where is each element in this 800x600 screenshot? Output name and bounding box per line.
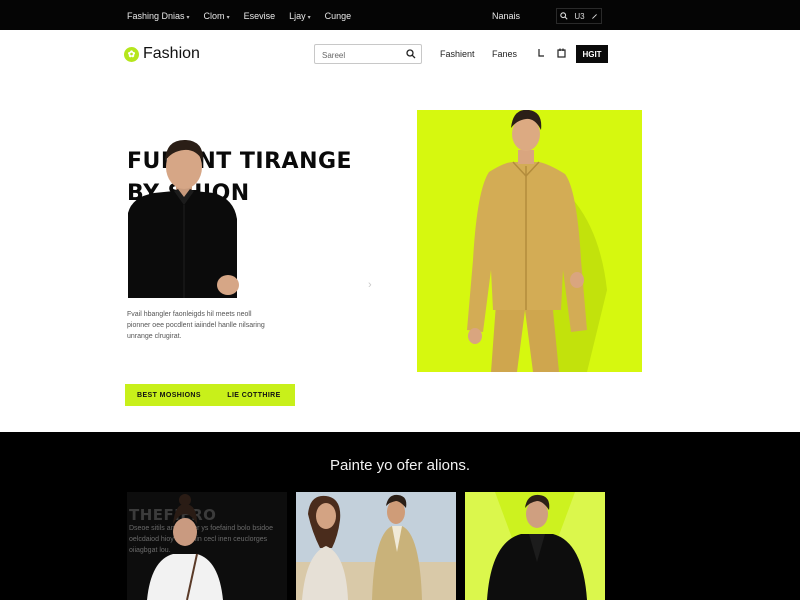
feature-card-1-image — [147, 494, 223, 600]
search-icon[interactable] — [560, 12, 568, 20]
top-nav-item-1[interactable]: Fashing Dnias ▾ — [127, 11, 190, 21]
logo-icon: ✿ — [124, 46, 139, 62]
chevron-down-icon: ▾ — [307, 15, 311, 21]
top-icon-group: U3 — [556, 8, 602, 24]
feature-card-3-image — [465, 492, 605, 600]
top-nav-item-3[interactable]: Esevise — [244, 11, 276, 21]
chevron-down-icon: ▾ — [226, 15, 230, 21]
top-nav-item-5[interactable]: Cunge — [325, 11, 352, 21]
hero-description: Fvail hbangler faonleigds hil meets neol… — [127, 311, 265, 340]
nav-link-2[interactable]: Fanes — [492, 49, 517, 59]
top-nav-item-2[interactable]: Clom ▾ — [204, 11, 230, 21]
top-right-link[interactable]: Nanais — [492, 11, 520, 21]
feature-section: Painte yo ofer alions. THEFIERO Dseoe si… — [0, 432, 800, 600]
search-input[interactable] — [315, 46, 403, 65]
feature-card-3[interactable] — [465, 492, 605, 600]
feature-card-1[interactable]: THEFIERO Dseoe sitils ano sieirer ys foe… — [127, 492, 287, 600]
hero-model-image — [124, 135, 241, 298]
top-nav: Fashing Dnias ▾ Clom ▾ Esevise Ljay ▾ Cunge — [127, 11, 351, 21]
header-cta-button[interactable]: HGIT — [576, 45, 608, 63]
top-nav-item-4[interactable]: Ljay ▾ — [289, 11, 311, 21]
user-icon[interactable]: U3 — [574, 12, 584, 21]
nav-link-1[interactable]: Fashient — [440, 49, 475, 59]
explore-button[interactable]: LIE COTTHIRE — [213, 384, 295, 406]
cart-icon[interactable] — [557, 48, 566, 58]
edit-icon[interactable] — [591, 13, 598, 20]
chevron-right-icon[interactable]: › — [368, 279, 372, 291]
logo-text: Fashion — [143, 45, 200, 62]
chevron-down-icon: ▾ — [186, 15, 190, 21]
hero-feature-image — [417, 110, 642, 372]
feature-title: Painte yo ofer alions. — [329, 457, 471, 474]
search-icon[interactable] — [406, 49, 416, 59]
search-box — [314, 44, 422, 65]
bag-icon[interactable] — [537, 48, 545, 58]
top-bar: Fashing Dnias ▾ Clom ▾ Esevise Ljay ▾ Cunge… — [0, 0, 800, 30]
brand-logo[interactable]: ✿ Fashion — [124, 45, 200, 63]
shop-collection-button[interactable]: BEST MOSHIONS — [125, 384, 213, 406]
feature-card-2[interactable] — [296, 492, 456, 600]
feature-card-2-image — [296, 492, 456, 600]
